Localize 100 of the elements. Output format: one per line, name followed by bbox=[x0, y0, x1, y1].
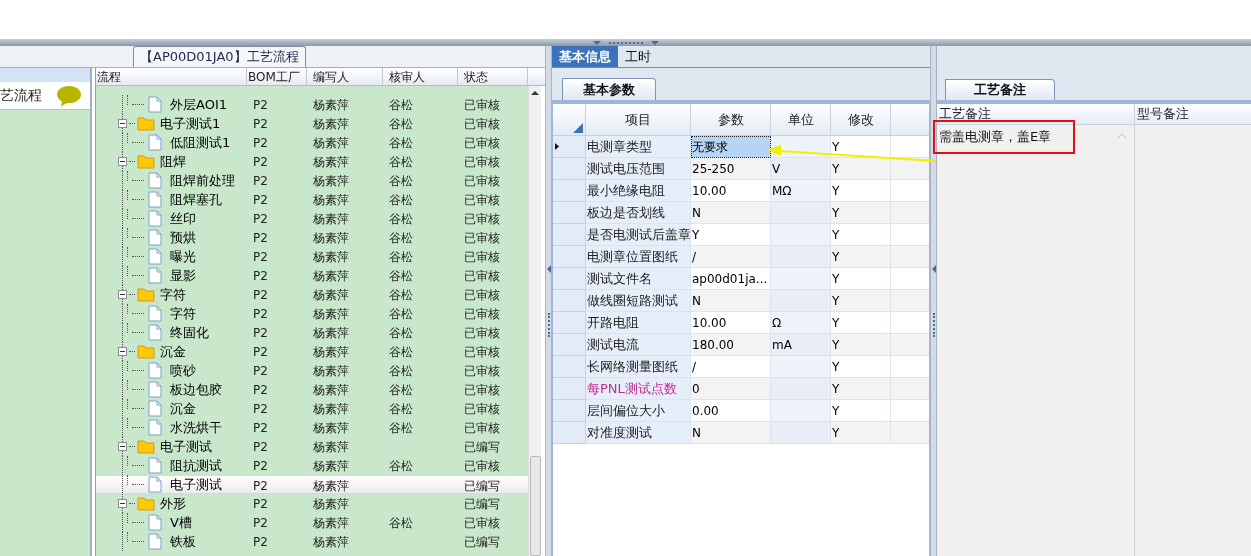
table-cell-text: 已审核 bbox=[463, 96, 501, 114]
tree-row[interactable]: 电子测试 P2 杨素萍 已编写 bbox=[96, 475, 528, 494]
column-header[interactable]: 工艺备注 bbox=[937, 104, 1134, 125]
table-cell[interactable]: 0 bbox=[691, 378, 771, 400]
tree-row[interactable]: 电子测试 P2 杨素萍 已编写 bbox=[96, 437, 528, 456]
folder-icon bbox=[137, 116, 155, 131]
row-header[interactable] bbox=[553, 136, 586, 158]
table-cell: Y bbox=[831, 290, 891, 312]
table-cell-text: 杨素萍 bbox=[312, 533, 350, 551]
column-header[interactable]: 项目 bbox=[586, 104, 691, 135]
tree-row[interactable]: 丝印 P2 杨素萍 谷松 已审核 bbox=[96, 209, 528, 228]
tab[interactable]: 【AP00D01JA0】工艺流程 bbox=[133, 46, 306, 67]
tab[interactable]: 工艺备注 bbox=[945, 79, 1055, 100]
collapse-toggle-icon[interactable] bbox=[118, 347, 127, 356]
table-cell-text: 已审核 bbox=[463, 343, 501, 361]
column-header[interactable]: 状态 bbox=[458, 68, 528, 85]
table-cell[interactable]: N bbox=[691, 422, 771, 444]
tree-row[interactable]: 铁板 P2 杨素萍 已编写 bbox=[96, 532, 528, 551]
tree-row[interactable]: 沉金 P2 杨素萍 谷松 已审核 bbox=[96, 399, 528, 418]
table-cell-text: 谷松 bbox=[388, 210, 414, 228]
tree-row[interactable]: 外形 P2 杨素萍 已编写 bbox=[96, 494, 528, 513]
tree-row[interactable]: 阻焊 P2 杨素萍 谷松 已审核 bbox=[96, 152, 528, 171]
collapse-toggle-icon[interactable] bbox=[118, 157, 127, 166]
column-header[interactable]: 型号备注 bbox=[1135, 104, 1251, 125]
splitter[interactable] bbox=[930, 46, 937, 556]
tree-row[interactable]: 水洗烘干 P2 杨素萍 谷松 已审核 bbox=[96, 418, 528, 437]
column-header[interactable]: BOM工厂 bbox=[247, 68, 307, 85]
table-cell bbox=[771, 246, 831, 268]
tree-row[interactable]: 显影 P2 杨素萍 谷松 已审核 bbox=[96, 266, 528, 285]
tree-row[interactable]: 阻焊塞孔 P2 杨素萍 谷松 已审核 bbox=[96, 190, 528, 209]
column-header[interactable]: 编写人 bbox=[307, 68, 383, 85]
collapse-toggle-icon[interactable] bbox=[118, 442, 127, 451]
collapse-toggle-icon[interactable] bbox=[118, 119, 127, 128]
tree-row[interactable]: 板边包胶 P2 杨素萍 谷松 已审核 bbox=[96, 380, 528, 399]
table-cell: mA bbox=[771, 334, 831, 356]
scroll-up-icon[interactable] bbox=[1118, 133, 1126, 138]
table-cell-text: 杨素萍 bbox=[312, 343, 350, 361]
tab[interactable]: 基本参数 bbox=[562, 78, 656, 100]
table-cell[interactable]: 10.00 bbox=[691, 180, 771, 202]
table-cell[interactable]: 180.00 bbox=[691, 334, 771, 356]
tree-row[interactable]: 字符 P2 杨素萍 谷松 已审核 bbox=[96, 285, 528, 304]
table-cell-text: 谷松 bbox=[388, 419, 414, 437]
scrollbar[interactable] bbox=[528, 86, 541, 556]
table-cell[interactable]: Y bbox=[691, 224, 771, 246]
table-cell[interactable]: 0.00 bbox=[691, 400, 771, 422]
table-cell-text: P2 bbox=[252, 153, 269, 171]
table-cell[interactable]: 25-250 bbox=[691, 158, 771, 180]
column-header[interactable]: 流程 bbox=[96, 68, 247, 85]
corner-triangle-icon bbox=[573, 123, 583, 133]
table-cell-text: 杨素萍 bbox=[312, 267, 350, 285]
table-cell[interactable]: / bbox=[691, 246, 771, 268]
table-cell-text: 杨素萍 bbox=[312, 305, 350, 323]
tree-row[interactable]: 外层AOI1 P2 杨素萍 谷松 已审核 bbox=[96, 95, 528, 114]
table-cell-text: P2 bbox=[252, 495, 269, 513]
column-header[interactable]: 参数 bbox=[691, 104, 771, 135]
table-cell-text: 谷松 bbox=[388, 153, 414, 171]
tab[interactable]: 工时 bbox=[618, 46, 658, 67]
table-cell-text: 已编写 bbox=[463, 495, 501, 513]
table-cell[interactable]: / bbox=[691, 356, 771, 378]
table-cell[interactable]: 10.00 bbox=[691, 312, 771, 334]
table-cell-text: 谷松 bbox=[388, 248, 414, 266]
table-cell-text: P2 bbox=[252, 400, 269, 418]
tree-row[interactable]: V槽 P2 杨素萍 谷松 已审核 bbox=[96, 513, 528, 532]
table-cell[interactable]: N bbox=[691, 202, 771, 224]
file-icon bbox=[148, 172, 162, 189]
file-icon bbox=[148, 381, 162, 398]
tree-item-label: 水洗烘干 bbox=[170, 418, 222, 437]
tree-row[interactable]: 沉金 P2 杨素萍 谷松 已审核 bbox=[96, 342, 528, 361]
table-cell[interactable]: 无要求 bbox=[691, 136, 771, 158]
horizontal-splitter[interactable] bbox=[0, 39, 1251, 46]
table-cell: 电测章位置图纸 bbox=[586, 246, 691, 268]
tree-item-label: 低阻测试1 bbox=[170, 133, 231, 152]
table-cell[interactable]: ap00d01ja... bbox=[691, 268, 771, 290]
file-icon bbox=[148, 96, 162, 113]
collapse-toggle-icon[interactable] bbox=[118, 290, 127, 299]
file-icon bbox=[148, 229, 162, 246]
table-cell-text: 已审核 bbox=[463, 305, 501, 323]
tree-row[interactable]: 字符 P2 杨素萍 谷松 已审核 bbox=[96, 304, 528, 323]
table-cell-text: P2 bbox=[252, 457, 269, 475]
tree-row[interactable]: 阻焊前处理 P2 杨素萍 谷松 已审核 bbox=[96, 171, 528, 190]
table-cell-text: 杨素萍 bbox=[312, 229, 350, 247]
tree-row[interactable]: 低阻测试1 P2 杨素萍 谷松 已审核 bbox=[96, 133, 528, 152]
file-icon bbox=[148, 514, 162, 531]
table-cell[interactable]: N bbox=[691, 290, 771, 312]
table-cell-text: P2 bbox=[252, 191, 269, 209]
column-header[interactable]: 单位 bbox=[771, 104, 831, 135]
tab[interactable]: 基本信息 bbox=[552, 46, 618, 67]
table-cell-text: 杨素萍 bbox=[312, 514, 350, 532]
tree-row[interactable]: 曝光 P2 杨素萍 谷松 已审核 bbox=[96, 247, 528, 266]
column-header[interactable]: 核审人 bbox=[383, 68, 458, 85]
table-cell-text: P2 bbox=[252, 210, 269, 228]
table-cell: Y bbox=[831, 268, 891, 290]
tree-row[interactable]: 预烘 P2 杨素萍 谷松 已审核 bbox=[96, 228, 528, 247]
table-cell-text: 杨素萍 bbox=[312, 153, 350, 171]
column-header[interactable]: 修改 bbox=[831, 104, 891, 135]
tree-row[interactable]: 喷砂 P2 杨素萍 谷松 已审核 bbox=[96, 361, 528, 380]
tree-row[interactable]: 终固化 P2 杨素萍 谷松 已审核 bbox=[96, 323, 528, 342]
collapse-toggle-icon[interactable] bbox=[118, 499, 127, 508]
table-cell: 测试电流 bbox=[586, 334, 691, 356]
tree-row[interactable]: 电子测试1 P2 杨素萍 谷松 已审核 bbox=[96, 114, 528, 133]
